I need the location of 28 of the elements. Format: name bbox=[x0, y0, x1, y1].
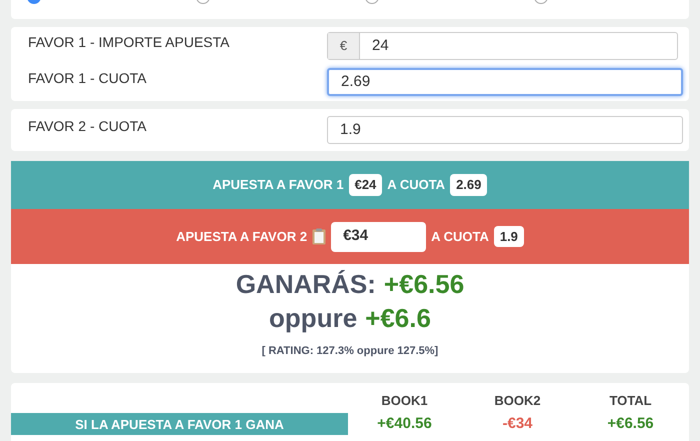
banner-label: A CUOTA bbox=[431, 228, 489, 246]
table-cell-text: -€34 bbox=[501, 414, 534, 434]
profit-amount: +€6.56 bbox=[384, 268, 464, 301]
banner-label: APUESTA A FAVOR 1 bbox=[212, 176, 344, 194]
clipboard-icon[interactable] bbox=[312, 228, 326, 245]
column-header: TOTAL bbox=[608, 392, 653, 410]
row-label: SI LA APUESTA A FAVOR 1 GANA bbox=[11, 413, 348, 436]
input-field[interactable]: 2.69 bbox=[327, 68, 683, 96]
table-cell-text: +€40.56 bbox=[376, 414, 433, 434]
field-label: FAVOR 1 - CUOTA bbox=[28, 68, 148, 88]
input-field[interactable]: € 24 bbox=[327, 32, 678, 60]
value-chip: €34 bbox=[331, 222, 426, 252]
column-header: BOOK1 bbox=[380, 392, 429, 410]
result-label: GANARÁS: bbox=[236, 268, 376, 301]
result-label: oppure bbox=[269, 302, 358, 335]
column-header: BOOK2 bbox=[493, 392, 542, 410]
field-label: FAVOR 1 - IMPORTE APUESTA bbox=[28, 32, 230, 52]
banner-label: APUESTA A FAVOR 2 bbox=[176, 228, 308, 246]
input-field[interactable]: 1.9 bbox=[327, 116, 683, 144]
value-chip: 1.9 bbox=[494, 226, 524, 248]
banner-label: A CUOTA bbox=[387, 176, 446, 194]
rating-text: [ RATING: 127.3% oppure 127.5%] bbox=[262, 344, 438, 359]
field-label: FAVOR 2 - CUOTA bbox=[28, 116, 148, 136]
table-cell-text: +€6.56 bbox=[606, 414, 655, 434]
value-chip: 2.69 bbox=[450, 174, 488, 196]
currency-prefix: € bbox=[328, 33, 360, 59]
value-chip: €24 bbox=[348, 174, 382, 196]
profit-amount: +€6.6 bbox=[365, 302, 431, 335]
